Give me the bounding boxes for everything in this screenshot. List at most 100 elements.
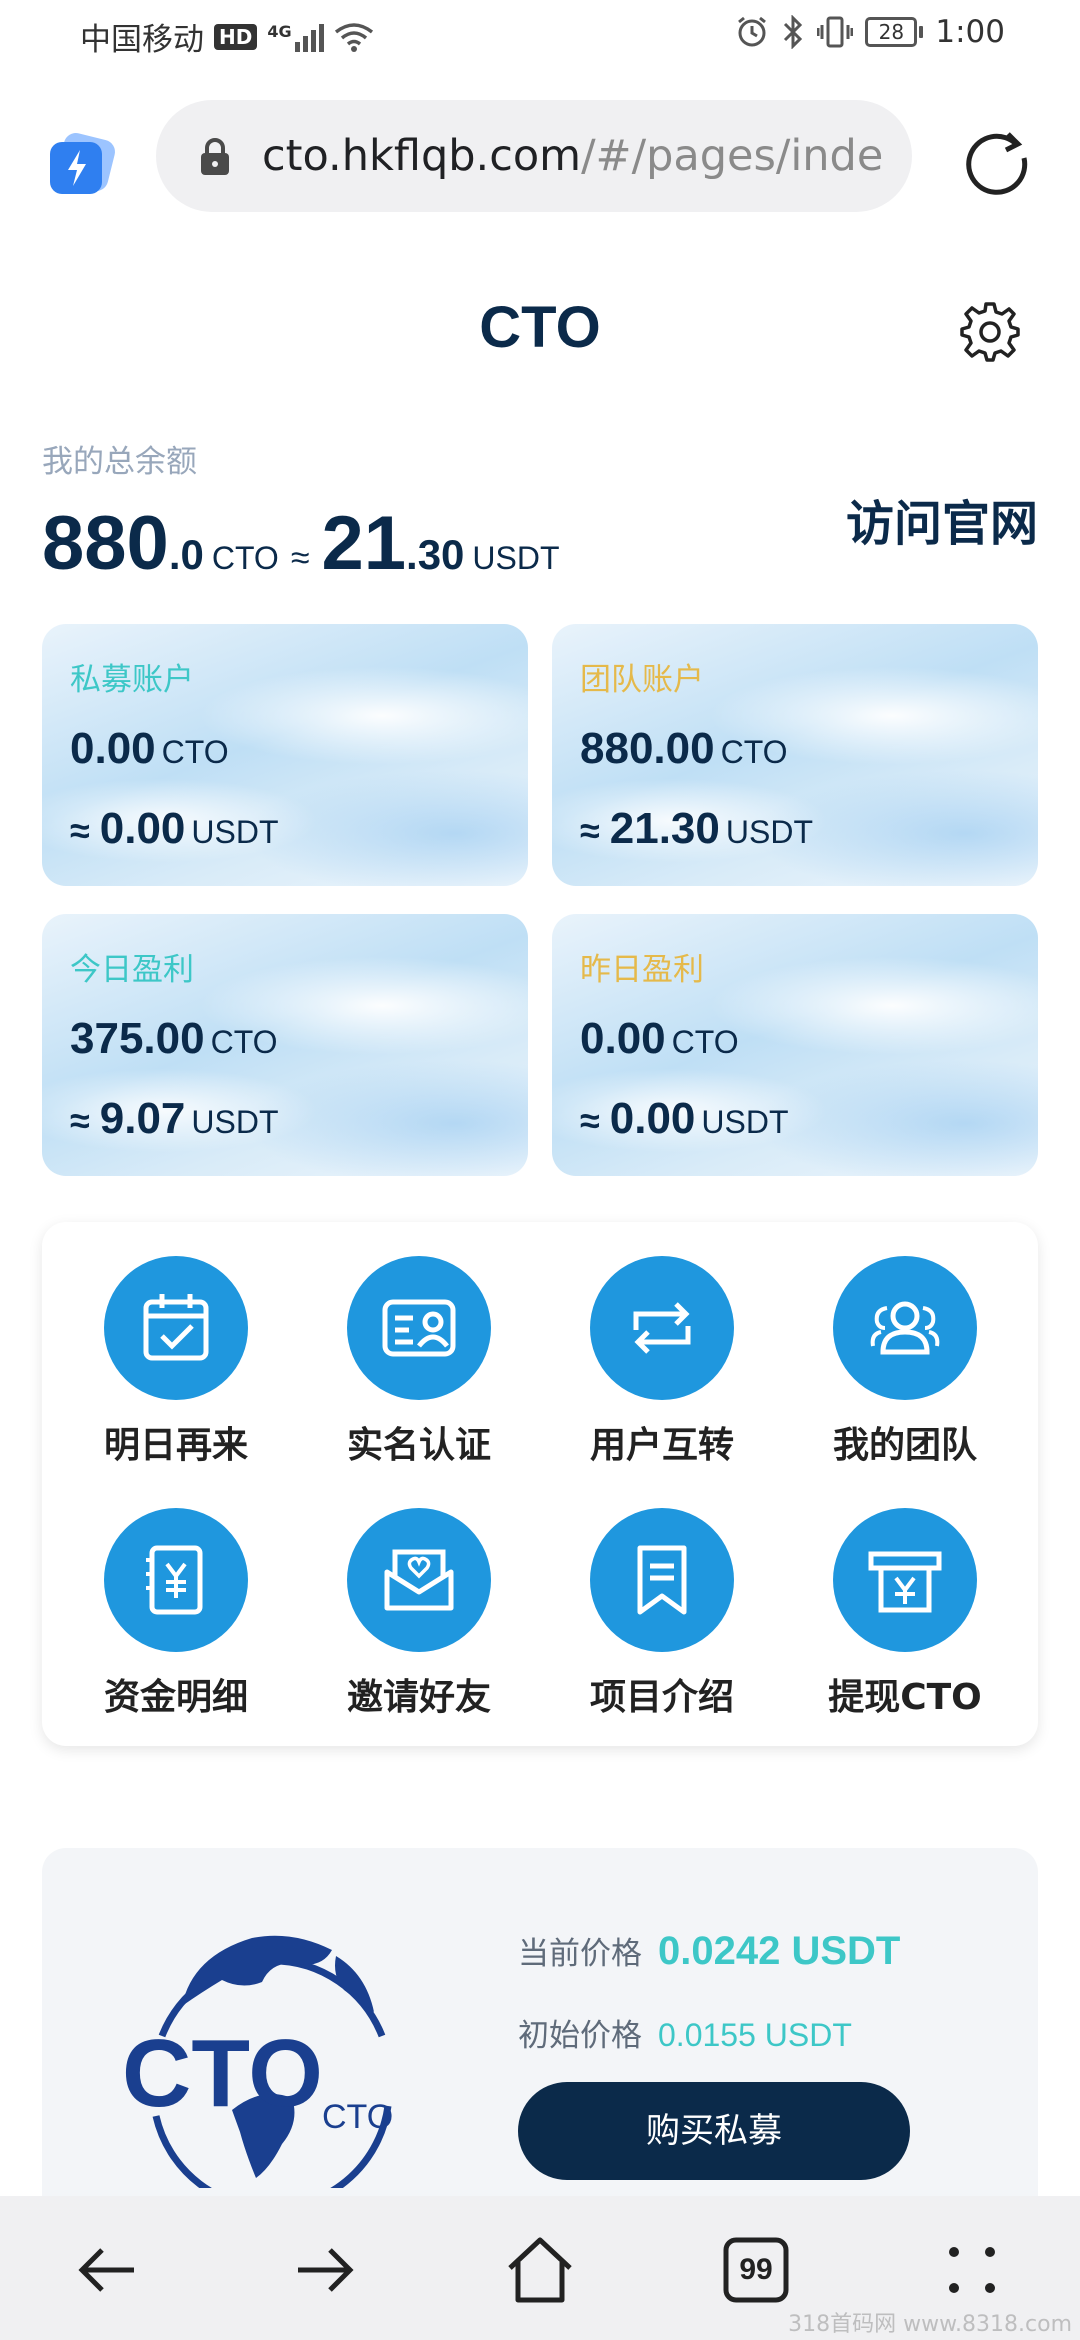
menu-item-fund-details[interactable]: 资金明细	[56, 1508, 296, 1720]
team-icon	[870, 1301, 940, 1355]
card-cto-unit: CTO	[161, 734, 229, 770]
bookmark-icon	[637, 1545, 687, 1615]
card-usdt-unit: USDT	[191, 814, 279, 850]
clock: 1:00	[935, 14, 1005, 50]
reload-icon[interactable]	[958, 120, 1034, 196]
card-approx: ≈	[580, 1100, 600, 1141]
card-cto-amount: 375.00 CTO	[70, 1014, 278, 1064]
card-title: 团队账户	[580, 662, 704, 698]
current-price-value: 0.0242 USDT	[658, 1929, 901, 1973]
card-private-account[interactable]: 私募账户 0.00 CTO ≈0.00 USDT	[42, 624, 528, 886]
card-today-profit[interactable]: 今日盈利 375.00 CTO ≈9.07 USDT	[42, 914, 528, 1176]
visit-site-link[interactable]: 访问官网	[846, 484, 1038, 554]
card-usdt-amount: ≈9.07 USDT	[70, 1094, 279, 1144]
withdraw-icon	[868, 1551, 942, 1613]
calendar-check-icon	[143, 1294, 209, 1361]
menu-item-come-back-tomorrow[interactable]: 明日再来	[56, 1256, 296, 1468]
bluetooth-icon	[784, 15, 803, 49]
signal-icon: 4G	[267, 21, 324, 52]
balance-usdt-unit: USDT	[472, 540, 560, 576]
more-menu-button[interactable]	[932, 2230, 1012, 2310]
card-usdt-amount: ≈0.00 USDT	[70, 804, 279, 854]
card-title: 昨日盈利	[580, 952, 704, 988]
hd-badge: HD	[214, 23, 258, 50]
initial-price-value: 0.0155 USDT	[658, 2017, 852, 2053]
status-right: 28 1:00	[735, 14, 1005, 50]
back-arrow-icon	[78, 2248, 134, 2292]
menu-item-project-intro[interactable]: 项目介绍	[542, 1508, 782, 1720]
home-button[interactable]	[500, 2230, 580, 2310]
current-price-label: 当前价格	[518, 1936, 642, 1972]
more-icon	[949, 2247, 995, 2293]
initial-price-label: 初始价格	[518, 2018, 642, 2054]
card-cto-value: 0.00	[70, 724, 156, 773]
status-bar: 中国移动 HD 4G 28 1:00	[0, 0, 1080, 74]
card-usdt-value: 9.07	[99, 1094, 186, 1143]
browser-bottom-nav: 99 318首码网 www.8318.com	[0, 2196, 1080, 2340]
card-usdt-value: 21.30	[609, 804, 720, 853]
gear-icon[interactable]	[958, 300, 1022, 364]
balance-usdt-int: 21	[321, 501, 407, 586]
menu-label: 实名认证	[346, 1425, 491, 1466]
browser-toolbar: cto.hkflqb.com/#/pages/inde	[0, 96, 1080, 216]
menu-item-my-team[interactable]: 我的团队	[785, 1256, 1025, 1468]
status-left: 中国移动 HD 4G	[80, 14, 374, 59]
cto-globe-logo: CTO CTO	[122, 1935, 393, 2188]
logo-text: CTO	[122, 2020, 323, 2127]
card-approx: ≈	[70, 810, 90, 851]
card-yesterday-profit[interactable]: 昨日盈利 0.00 CTO ≈0.00 USDT	[552, 914, 1038, 1176]
menu-icon-circle	[833, 1256, 977, 1400]
menu-item-user-transfer[interactable]: 用户互转	[542, 1256, 782, 1468]
menu-label: 明日再来	[103, 1425, 248, 1466]
battery-icon: 28	[865, 17, 924, 47]
menu-icon-circle	[833, 1508, 977, 1652]
menu-icon-circle	[104, 1508, 248, 1652]
battery-level: 28	[865, 17, 918, 47]
card-title: 私募账户	[70, 662, 194, 698]
card-usdt-value: 0.00	[99, 804, 186, 853]
balance-cto-unit: CTO	[211, 540, 279, 576]
forward-button[interactable]	[284, 2230, 364, 2310]
card-cto-amount: 880.00 CTO	[580, 724, 788, 774]
card-usdt-unit: USDT	[725, 814, 813, 850]
menu-label: 资金明细	[103, 1677, 248, 1718]
initial-price-row: 初始价格 0.0155 USDT	[518, 2010, 852, 2055]
tabs-count: 99	[739, 2253, 773, 2286]
menu-item-invite-friends[interactable]: 邀请好友	[299, 1508, 539, 1720]
menu-icon-circle	[347, 1256, 491, 1400]
card-usdt-unit: USDT	[701, 1104, 789, 1140]
url-path: /#/pages/inde	[581, 131, 884, 181]
page-title: CTO	[479, 295, 601, 360]
network-type: 4G	[267, 21, 292, 41]
menu-panel: 明日再来 实名认证 用户互转 我的团队 资金明细 邀请好友 项目介绍 提现CTO	[42, 1222, 1038, 1746]
url-host: cto.hkflqb.com	[262, 131, 582, 181]
home-icon	[508, 2237, 572, 2303]
balance-cto-dec: .0	[168, 531, 204, 578]
address-bar[interactable]: cto.hkflqb.com/#/pages/inde	[156, 100, 912, 212]
menu-icon-circle	[347, 1508, 491, 1652]
vibrate-icon	[817, 16, 854, 48]
balance-cto-int: 880	[42, 501, 169, 586]
menu-label: 用户互转	[589, 1425, 734, 1466]
card-usdt-amount: ≈0.00 USDT	[580, 1094, 789, 1144]
menu-label: 我的团队	[832, 1425, 977, 1466]
menu-item-withdraw-cto[interactable]: 提现CTO	[785, 1508, 1025, 1720]
app-logo-icon[interactable]	[46, 130, 118, 202]
card-team-account[interactable]: 团队账户 880.00 CTO ≈21.30 USDT	[552, 624, 1038, 886]
lock-icon	[201, 138, 229, 175]
watermark: 318首码网 www.8318.com	[788, 2312, 1072, 2337]
card-title: 今日盈利	[70, 952, 194, 988]
forward-arrow-icon	[298, 2248, 354, 2292]
card-approx: ≈	[580, 810, 600, 851]
invite-envelope-icon	[384, 1549, 454, 1611]
menu-item-real-name-auth[interactable]: 实名认证	[299, 1256, 539, 1468]
page: 中国移动 HD 4G 28 1:00 cto.hkflqb.com/#/page…	[0, 0, 1080, 2340]
card-cto-value: 880.00	[580, 724, 715, 773]
id-card-icon	[382, 1299, 456, 1357]
card-approx: ≈	[70, 1100, 90, 1141]
total-balance-label: 我的总余额	[42, 444, 197, 480]
buy-private-placement-button[interactable]: 购买私募	[518, 2082, 910, 2180]
back-button[interactable]	[68, 2230, 148, 2310]
tabs-button[interactable]: 99	[716, 2230, 796, 2310]
card-cto-value: 0.00	[580, 1014, 666, 1063]
